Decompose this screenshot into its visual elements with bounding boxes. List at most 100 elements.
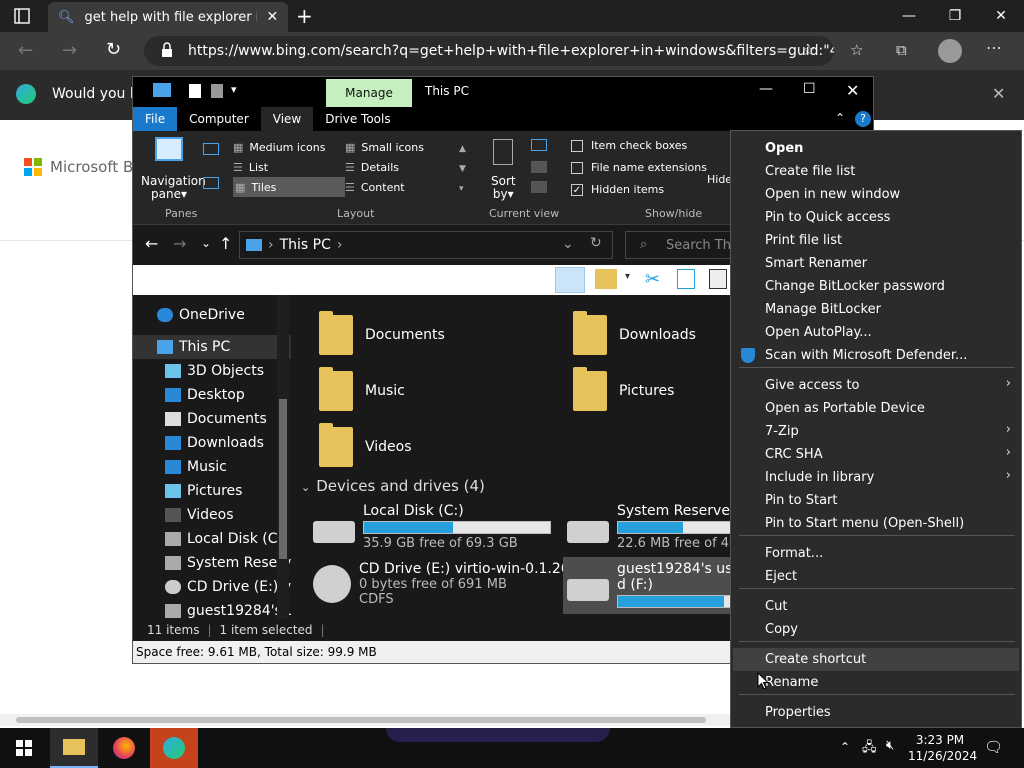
up-icon[interactable]: ↑ (219, 234, 232, 253)
menu-item-print-file-list[interactable]: Print file list (733, 229, 1019, 252)
show-hidden-icons[interactable]: ⌃ (840, 740, 850, 754)
layout-list[interactable]: ☰ List (233, 157, 347, 177)
minimize-button[interactable]: — (886, 0, 932, 32)
nav-this-pc[interactable]: This PC (133, 335, 291, 359)
url-input[interactable]: https://www.bing.com/search?q=get+help+w… (144, 36, 834, 66)
close-button[interactable]: ✕ (978, 0, 1024, 32)
back-icon[interactable]: ← (145, 234, 158, 253)
folder-videos[interactable]: Videos (319, 423, 412, 467)
more-icon[interactable]: ⋯ (986, 38, 1002, 57)
layout-content[interactable]: ☰ Content (345, 177, 457, 197)
breadcrumb[interactable]: › This PC › ⌄ ↻ (239, 231, 613, 259)
explorer-minimize-button[interactable]: — (759, 81, 773, 97)
menu-item-give-access-to[interactable]: Give access to › (733, 374, 1019, 397)
folder-downloads[interactable]: Downloads (573, 311, 696, 355)
drive-system-reserved[interactable]: System Reserved ( 22.6 MB free of 49.9 (567, 503, 750, 551)
menu-item-pin-to-start[interactable]: Pin to Start (733, 489, 1019, 512)
layout-small-icons[interactable]: ▦ Small icons (345, 137, 457, 157)
folder-documents[interactable]: Documents (319, 311, 445, 355)
nav-cd-drive[interactable]: CD Drive (E:) vi (133, 575, 291, 599)
menu-item-pin-to-start-menu-open-shell[interactable]: Pin to Start menu (Open-Shell) (733, 512, 1019, 535)
menu-item-properties[interactable]: Properties (733, 701, 1019, 724)
nav-documents[interactable]: Documents (133, 407, 291, 431)
network-icon[interactable]: 🖧︎ (862, 738, 877, 760)
taskbar-file-explorer[interactable] (50, 728, 98, 768)
new-folder-icon[interactable] (595, 269, 617, 289)
forward-icon[interactable]: → (62, 40, 77, 61)
tab-view[interactable]: View (260, 107, 314, 131)
menu-item-open-as-portable-device[interactable]: Open as Portable Device (733, 397, 1019, 420)
file-name-extensions-checkbox[interactable]: File name extensions (571, 161, 707, 174)
refresh-icon[interactable]: ↻ (590, 235, 602, 251)
details-pane-icon[interactable] (203, 177, 219, 189)
browser-tab[interactable]: 🔍︎ get help with file explorer in window… (48, 2, 288, 32)
close-icon[interactable]: ✕ (992, 84, 1005, 103)
explorer-close-button[interactable]: ✕ (846, 81, 859, 100)
tab-drive-tools[interactable]: Drive Tools (313, 107, 402, 131)
size-columns-icon[interactable] (531, 181, 547, 193)
nav-system-reserved[interactable]: System Reserv (133, 551, 291, 575)
horizontal-scrollbar[interactable] (0, 714, 730, 726)
menu-item-open-autoplay[interactable]: Open AutoPlay... (733, 321, 1019, 344)
layout-medium-icons[interactable]: ▦ Medium icons (233, 137, 347, 157)
hidden-items-checkbox[interactable]: ✓ Hidden items (571, 183, 664, 196)
sort-by-button[interactable]: Sort by▾ (491, 175, 516, 201)
clock[interactable]: 3:23 PM 11/26/2024 (908, 732, 977, 764)
menu-item-crc-sha[interactable]: CRC SHA › (733, 443, 1019, 466)
tab-computer[interactable]: Computer (177, 107, 261, 131)
hide-selected-button[interactable]: Hide (707, 173, 732, 186)
nav-downloads[interactable]: Downloads (133, 431, 291, 455)
nav-3d-objects[interactable]: 3D Objects (133, 359, 291, 383)
menu-item-7-zip[interactable]: 7-Zip › (733, 420, 1019, 443)
menu-item-manage-bitlocker[interactable]: Manage BitLocker (733, 298, 1019, 321)
help-icon[interactable]: ? (855, 111, 871, 127)
favorite-add-icon[interactable]: ☆ (802, 41, 815, 59)
recent-locations-icon[interactable]: ⌄ (201, 236, 211, 250)
notification-icon[interactable]: 🗨︎ (984, 738, 1003, 756)
sort-icon[interactable] (493, 139, 513, 165)
menu-item-cut[interactable]: Cut (733, 595, 1019, 618)
layout-scroll-icon[interactable]: ▲ ▼ ▾ (459, 139, 466, 199)
menu-item-smart-renamer[interactable]: Smart Renamer (733, 252, 1019, 275)
nav-local-disk[interactable]: Local Disk (C:) (133, 527, 291, 551)
preview-pane-icon[interactable] (203, 143, 219, 155)
add-columns-icon[interactable] (531, 161, 547, 173)
restore-button[interactable]: ❐ (932, 0, 978, 32)
paste-icon[interactable] (709, 269, 727, 289)
pane-toggle-icon[interactable] (555, 267, 585, 293)
manage-tab[interactable]: Manage (326, 79, 412, 107)
qat-dropdown-icon[interactable]: ▾ (231, 83, 237, 96)
tab-file[interactable]: File (133, 107, 178, 131)
nav-usb-drive[interactable]: guest19284's u (133, 599, 291, 619)
menu-item-change-bitlocker-password[interactable]: Change BitLocker password (733, 275, 1019, 298)
taskbar-edge[interactable] (150, 728, 198, 768)
copy-icon[interactable] (677, 269, 695, 289)
nav-scrollbar[interactable] (277, 295, 289, 619)
navigation-pane-icon[interactable] (155, 137, 183, 161)
nav-music[interactable]: Music (133, 455, 291, 479)
volume-muted-icon[interactable]: 🔇︎ (886, 738, 894, 753)
tab-actions-icon[interactable] (14, 8, 30, 24)
forward-icon[interactable]: → (173, 234, 186, 253)
devices-header[interactable]: ⌄ Devices and drives (4) (301, 477, 485, 495)
address-dropdown-icon[interactable]: ⌄ (562, 236, 574, 252)
collections-icon[interactable]: ⧉ (896, 41, 907, 59)
drive-local-disk[interactable]: Local Disk (C:) 35.9 GB free of 69.3 GB (313, 503, 551, 551)
back-icon[interactable]: ← (18, 40, 33, 61)
start-button[interactable] (0, 728, 48, 768)
group-by-icon[interactable] (531, 139, 547, 151)
dropdown-icon[interactable]: ▾ (625, 271, 630, 282)
folder-music[interactable]: Music (319, 367, 405, 411)
properties-icon[interactable] (189, 84, 201, 98)
explorer-maximize-button[interactable]: ☐ (803, 81, 816, 97)
nav-onedrive[interactable]: OneDrive (133, 303, 291, 327)
menu-item-format[interactable]: Format... (733, 542, 1019, 565)
menu-item-copy[interactable]: Copy (733, 618, 1019, 641)
nav-desktop[interactable]: Desktop (133, 383, 291, 407)
avatar[interactable] (938, 39, 962, 63)
new-tab-button[interactable]: + (296, 4, 313, 28)
new-folder-icon[interactable] (211, 84, 223, 98)
item-check-boxes-checkbox[interactable]: Item check boxes (571, 139, 687, 152)
breadcrumb-this-pc[interactable]: This PC (280, 237, 331, 253)
menu-item-open-in-new-window[interactable]: Open in new window (733, 183, 1019, 206)
